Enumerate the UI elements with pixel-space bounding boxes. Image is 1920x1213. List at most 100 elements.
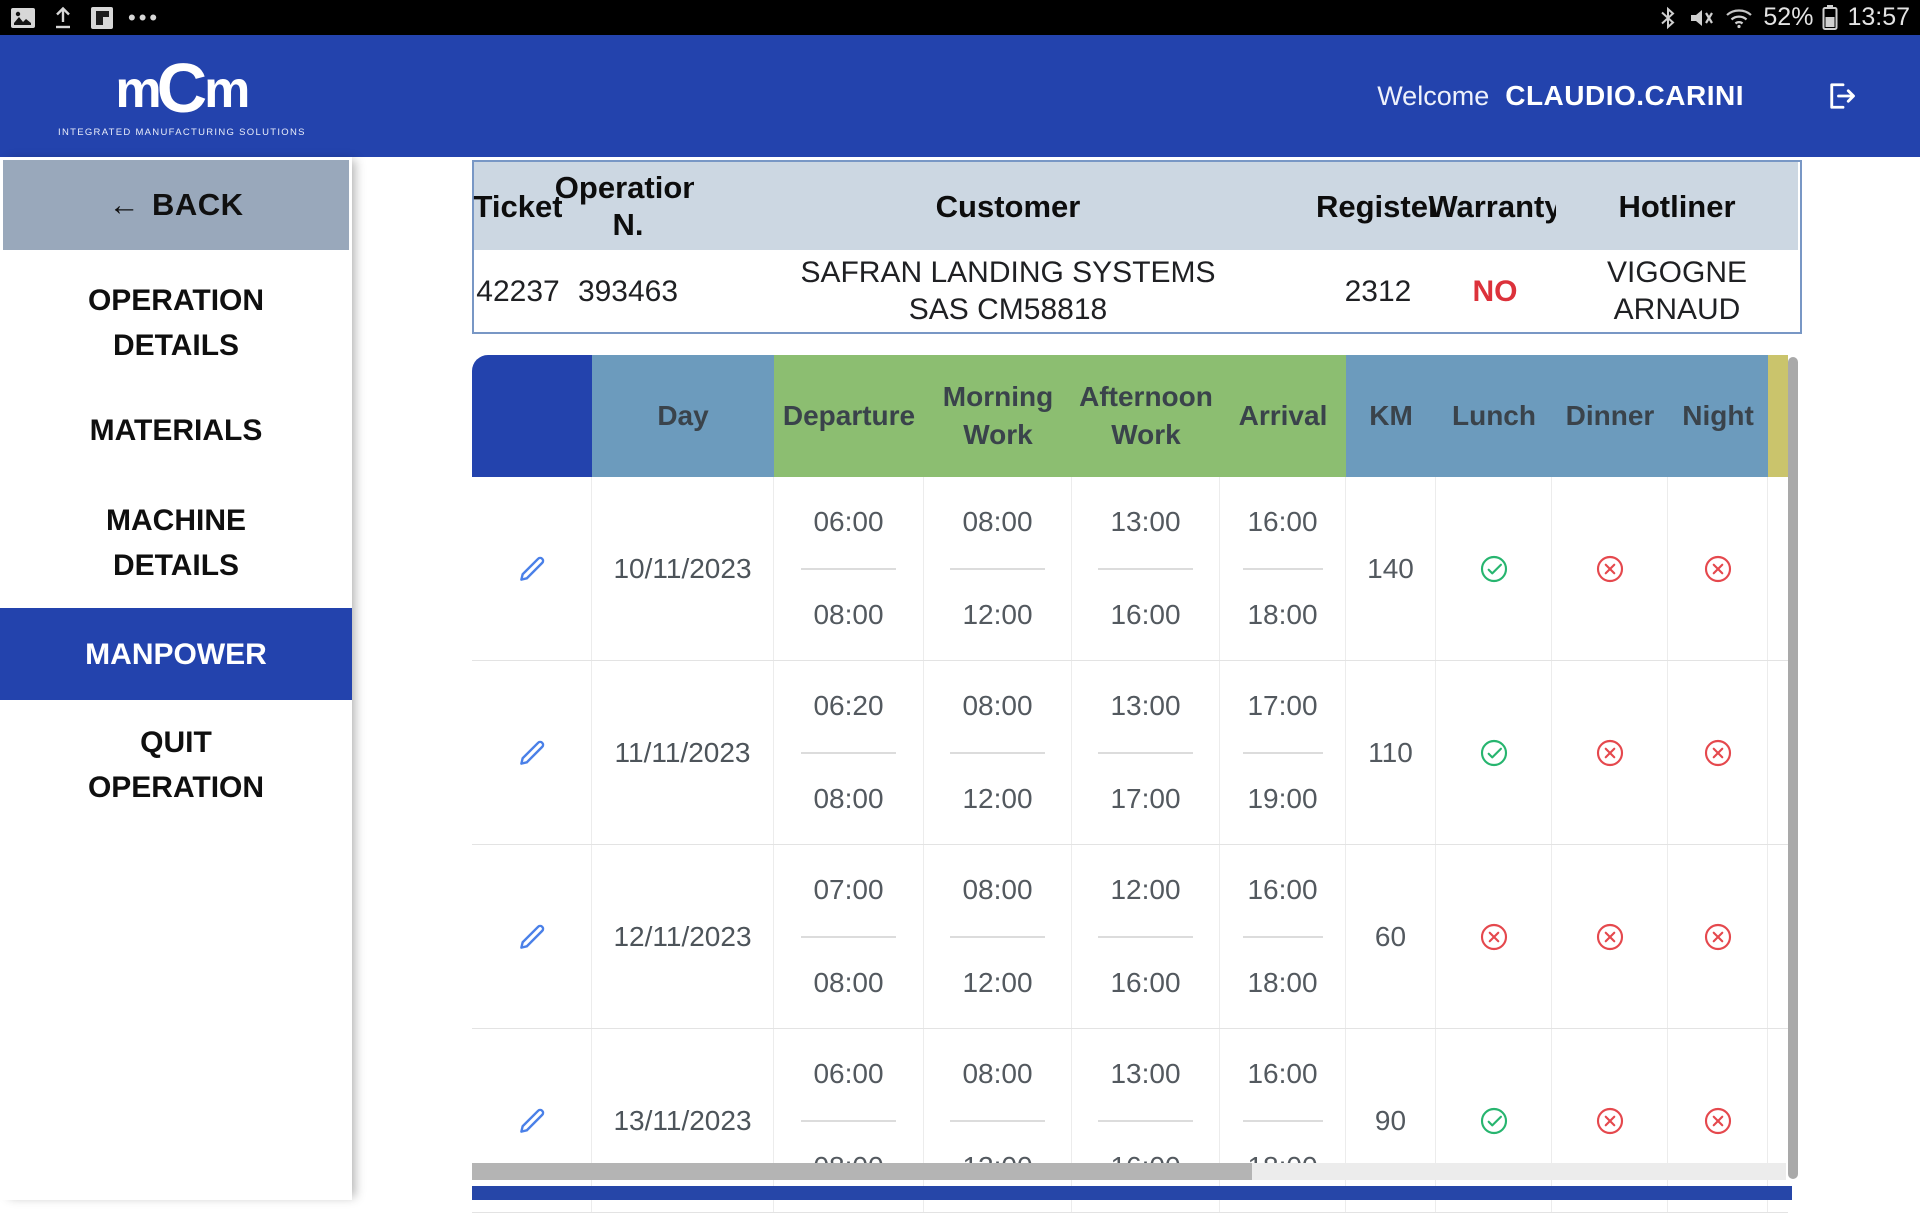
check-circle-icon [1478,1105,1510,1137]
afternoon-work-cell: 13:0017:00 [1072,661,1220,844]
cross-circle-icon [1594,1105,1626,1137]
sidebar-item-machine-details[interactable]: MACHINE DETAILS [0,498,352,588]
edit-row-button[interactable] [472,1029,592,1212]
cross-circle-icon [1702,921,1734,953]
info-header-customer: Customer [694,162,1322,250]
info-value-register: 2312 [1322,250,1434,332]
dinner-cell [1552,661,1668,844]
logout-button[interactable] [1820,78,1860,114]
horizontal-scrollbar-track[interactable] [472,1163,1786,1180]
header-departure: Departure [774,355,924,477]
cross-circle-icon [1594,737,1626,769]
android-status-bar: ••• 52% 13:57 [0,0,1920,35]
header-next-column-edge [1768,355,1788,477]
row-edge-cell [1768,845,1788,1028]
mcm-logo: m C m INTEGRATED MANUFACTURING SOLUTIONS [58,55,306,138]
km-cell: 140 [1346,477,1436,660]
row-edge-cell [1768,477,1788,660]
km-cell: 90 [1346,1029,1436,1212]
horizontal-scrollbar-thumb[interactable] [472,1163,1252,1180]
afternoon-work-cell: 12:0016:00 [1072,845,1220,1028]
back-arrow-icon: ← [108,187,140,223]
edit-row-button[interactable] [472,845,592,1028]
cross-circle-icon [1702,1105,1734,1137]
sidebar-item-manpower[interactable]: MANPOWER [0,608,352,700]
table-bottom-bar [472,1186,1792,1200]
welcome-label: Welcome [1377,81,1489,112]
morning-work-cell: 08:0012:00 [924,477,1072,660]
header-km: KM [1346,355,1436,477]
header-lunch: Lunch [1436,355,1552,477]
sidebar: ← BACK OPERATION DETAILS MATERIALS MACHINE… [0,157,352,1200]
sidebar-item-operation-details[interactable]: OPERATION DETAILS [0,278,352,368]
sidebar-item-materials[interactable]: MATERIALS [0,408,352,453]
afternoon-work-cell: 13:0016:00 [1072,1029,1220,1212]
morning-work-cell: 08:0012:00 [924,1029,1072,1212]
arrival-cell: 16:0018:00 [1220,845,1346,1028]
header-arrival: Arrival [1220,355,1346,477]
manpower-row: 11/11/2023 06:2008:00 08:0012:00 13:0017… [472,661,1788,845]
cross-circle-icon [1702,553,1734,585]
bluetooth-icon [1658,5,1678,31]
clock-time: 13:57 [1847,3,1910,32]
vertical-scrollbar[interactable] [1788,357,1798,1179]
info-header-warranty: Warranty [1434,162,1556,250]
logo-letter-m2: m [204,64,248,116]
logo-letter-c: C [157,53,208,123]
info-header-operation: Operation N. [562,162,694,250]
header-dinner: Dinner [1552,355,1668,477]
operation-info-table: Ticket Operation N. Customer Register Wa… [472,160,1802,334]
logged-in-username: CLAUDIO.CARINI [1505,80,1744,112]
back-label: BACK [152,187,244,223]
dinner-cell [1552,1029,1668,1212]
km-cell: 60 [1346,845,1436,1028]
day-cell: 13/11/2023 [592,1029,774,1212]
night-cell [1668,477,1768,660]
sidebar-item-label: MANPOWER [51,632,301,677]
info-value-hotliner: VIGOGNE ARNAUD [1556,250,1798,332]
sidebar-item-quit-operation[interactable]: QUIT OPERATION [0,720,352,810]
manpower-row: 12/11/2023 07:0008:00 08:0012:00 12:0016… [472,845,1788,1029]
info-value-customer: SAFRAN LANDING SYSTEMS SAS CM58818 [694,250,1322,332]
lunch-cell [1436,661,1552,844]
afternoon-work-cell: 13:0016:00 [1072,477,1220,660]
info-header-ticket: Ticket [474,162,562,250]
departure-cell: 06:0008:00 [774,477,924,660]
edit-row-button[interactable] [472,661,592,844]
info-header-register: Register [1322,162,1434,250]
more-notifications-dots: ••• [128,5,160,31]
manpower-row: 10/11/2023 06:0008:00 08:0012:00 13:0016… [472,477,1788,661]
upload-icon [50,5,76,31]
dinner-cell [1552,477,1668,660]
departure-cell: 06:2008:00 [774,661,924,844]
manpower-rows: 10/11/2023 06:0008:00 08:0012:00 13:0016… [472,477,1788,1213]
lunch-cell [1436,477,1552,660]
edit-row-button[interactable] [472,477,592,660]
battery-percent: 52% [1763,3,1813,32]
cross-circle-icon [1702,737,1734,769]
lunch-cell [1436,845,1552,1028]
logo-letter-m1: m [115,64,159,116]
km-cell: 110 [1346,661,1436,844]
battery-icon [1822,4,1838,31]
arrival-cell: 17:0019:00 [1220,661,1346,844]
cross-circle-icon [1478,921,1510,953]
sidebar-item-label: MATERIALS [51,408,301,453]
header-day: Day [592,355,774,477]
departure-cell: 07:0008:00 [774,845,924,1028]
info-value-warranty: NO [1434,250,1556,332]
info-value-ticket: 42237 [474,250,562,332]
dinner-cell [1552,845,1668,1028]
header-morning-work: Morning Work [924,355,1072,477]
screenshot-icon [10,6,36,30]
day-cell: 11/11/2023 [592,661,774,844]
back-button[interactable]: ← BACK [3,160,349,250]
logo-subtitle: INTEGRATED MANUFACTURING SOLUTIONS [58,128,306,138]
app-notification-icon [90,6,114,30]
departure-cell: 06:0008:00 [774,1029,924,1212]
header-night: Night [1668,355,1768,477]
night-cell [1668,1029,1768,1212]
day-cell: 10/11/2023 [592,477,774,660]
manpower-table: Day Departure Morning Work Afternoon Wor… [472,355,1788,1213]
manpower-table-header: Day Departure Morning Work Afternoon Wor… [472,355,1788,477]
